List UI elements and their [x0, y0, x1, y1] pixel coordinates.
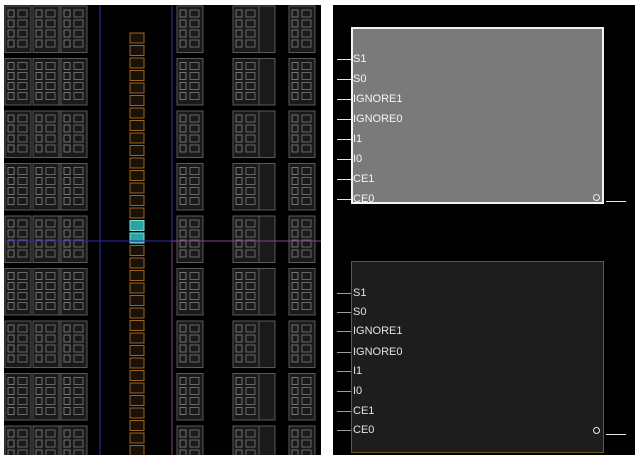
bufg-site[interactable] — [129, 195, 145, 206]
bufg-site[interactable] — [129, 282, 145, 294]
pin-wire — [337, 391, 351, 392]
bufg-site[interactable] — [129, 320, 145, 331]
output-pin-circle-icon — [593, 427, 600, 434]
switch-box-tile[interactable] — [258, 268, 276, 316]
pin-label: CE0 — [353, 424, 375, 436]
pin-wire — [337, 293, 351, 294]
pin-wire — [337, 352, 351, 353]
bufg-site[interactable] — [129, 157, 145, 169]
pin-label: IGNORE1 — [353, 325, 403, 337]
schematic-view-panel[interactable]: S1 S0 IGNORE1 IGNORE0 I1 I0 CE1 CE0 S1 S… — [333, 5, 635, 455]
bufg-site[interactable] — [129, 245, 145, 256]
device-view-panel[interactable] — [4, 5, 321, 455]
bufg-site[interactable] — [129, 445, 145, 456]
pin-wire — [337, 371, 351, 372]
bufg-site[interactable] — [129, 420, 145, 431]
bufgctrl-cell[interactable]: S1 S0 IGNORE1 IGNORE0 I1 I0 CE1 CE0 — [333, 5, 635, 455]
bufg-site[interactable] — [129, 295, 145, 306]
bufg-site[interactable] — [129, 170, 145, 181]
selected-bufg-site[interactable] — [129, 220, 145, 231]
bufg-site[interactable] — [129, 370, 145, 381]
bufg-site[interactable] — [129, 145, 145, 156]
pin-label: IGNORE0 — [353, 346, 403, 358]
bufg-site[interactable] — [129, 395, 145, 406]
pin-wire — [337, 411, 351, 412]
bufg-site[interactable] — [129, 307, 145, 319]
bufg-site[interactable] — [129, 82, 145, 94]
pin-wire — [337, 312, 351, 313]
switch-box-tile[interactable] — [258, 110, 276, 158]
pin-wire — [337, 331, 351, 332]
bufg-site[interactable] — [129, 432, 145, 444]
bufg-site[interactable] — [129, 45, 145, 56]
bufg-site[interactable] — [129, 332, 145, 344]
switch-box-tile[interactable] — [258, 373, 276, 421]
bufg-site[interactable] — [129, 32, 145, 44]
bufg-site[interactable] — [129, 57, 145, 69]
bufg-site[interactable] — [129, 270, 145, 281]
switch-box-tile[interactable] — [258, 163, 276, 211]
bufg-site[interactable] — [129, 120, 145, 131]
pin-label: S0 — [353, 306, 367, 318]
switch-box-tile[interactable] — [258, 215, 276, 263]
pin-wire — [606, 434, 626, 435]
bufg-site[interactable] — [129, 382, 145, 394]
pin-label: S1 — [353, 287, 367, 299]
bufg-site[interactable] — [129, 257, 145, 269]
pin-label: I0 — [353, 385, 363, 397]
pin-label: I1 — [353, 365, 363, 377]
bufg-site[interactable] — [129, 95, 145, 106]
bufg-site[interactable] — [129, 107, 145, 119]
switch-box-tile[interactable] — [258, 5, 276, 53]
bufg-site[interactable] — [129, 182, 145, 194]
bufg-site[interactable] — [129, 132, 145, 144]
device-floorplan-canvas[interactable] — [4, 5, 321, 455]
switch-box-tile[interactable] — [258, 425, 276, 455]
switch-box-tile[interactable] — [258, 320, 276, 368]
bufg-site[interactable] — [129, 345, 145, 356]
pin-wire — [337, 430, 351, 431]
output-pin-o[interactable] — [593, 425, 633, 439]
bufg-site[interactable] — [129, 357, 145, 369]
bufg-site[interactable] — [129, 407, 145, 419]
switch-box-tile[interactable] — [258, 58, 276, 106]
pin-label: CE1 — [353, 405, 375, 417]
bufg-site[interactable] — [129, 207, 145, 219]
bufg-site[interactable] — [129, 70, 145, 81]
